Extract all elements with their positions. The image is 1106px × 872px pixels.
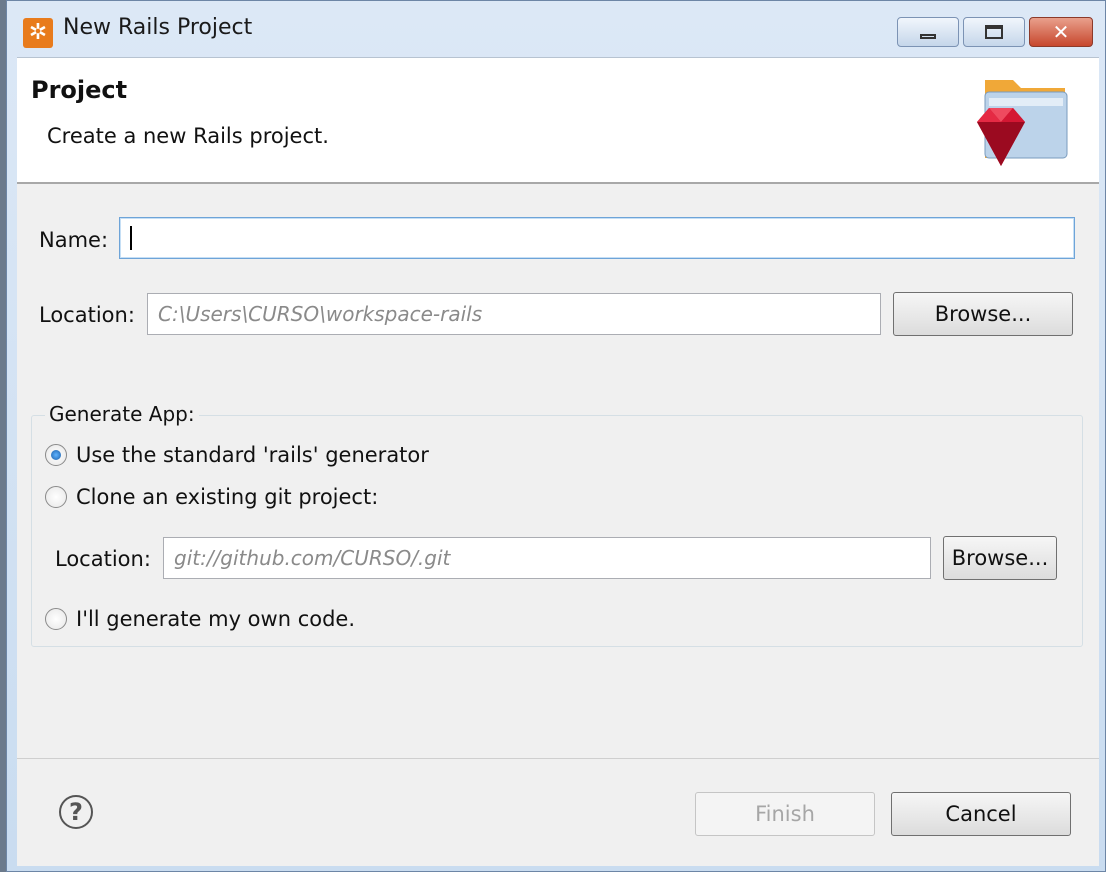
- minimize-button[interactable]: [897, 17, 959, 47]
- location-browse-button[interactable]: Browse...: [893, 292, 1073, 336]
- generate-app-legend: Generate App:: [45, 402, 199, 426]
- git-location-input[interactable]: git://github.com/CURSO/.git: [163, 537, 931, 579]
- cancel-button[interactable]: Cancel: [891, 792, 1071, 836]
- window-title: New Rails Project: [63, 15, 253, 40]
- minimize-icon: [920, 33, 936, 39]
- radio-clone-git-label: Clone an existing git project:: [76, 485, 379, 509]
- radio-rails-generator[interactable]: Use the standard 'rails' generator: [45, 443, 429, 467]
- name-label: Name:: [39, 228, 109, 252]
- git-location-label: Location:: [55, 547, 151, 571]
- radio-button[interactable]: [45, 486, 67, 508]
- page-title: Project: [31, 76, 128, 104]
- radio-clone-git[interactable]: Clone an existing git project:: [45, 485, 378, 509]
- radio-rails-generator-label: Use the standard 'rails' generator: [76, 443, 429, 467]
- text-caret: [130, 226, 132, 250]
- git-location-placeholder: git://github.com/CURSO/.git: [174, 546, 451, 570]
- ruby-folder-icon: [977, 80, 1068, 166]
- location-label: Location:: [39, 303, 135, 327]
- gear-icon: ✲: [23, 18, 53, 48]
- maximize-icon: [985, 25, 1003, 39]
- dialog-body: Project Create a new Rails project. Name…: [17, 57, 1099, 866]
- title-bar[interactable]: ✲ New Rails Project ✕: [7, 1, 1105, 57]
- maximize-button[interactable]: [963, 17, 1025, 47]
- close-icon: ✕: [1052, 20, 1070, 44]
- radio-button-checked[interactable]: [45, 444, 67, 466]
- radio-button[interactable]: [45, 608, 67, 630]
- footer-separator: [17, 758, 1099, 759]
- finish-button[interactable]: Finish: [695, 792, 875, 836]
- location-input[interactable]: C:\Users\CURSO\workspace-rails: [147, 293, 881, 335]
- page-description: Create a new Rails project.: [47, 124, 329, 148]
- radio-own-code-label: I'll generate my own code.: [76, 607, 356, 631]
- radio-own-code[interactable]: I'll generate my own code.: [45, 607, 355, 631]
- close-button[interactable]: ✕: [1029, 17, 1093, 47]
- name-input[interactable]: [119, 217, 1075, 259]
- location-placeholder: C:\Users\CURSO\workspace-rails: [158, 302, 483, 326]
- help-icon[interactable]: ?: [59, 795, 93, 829]
- git-browse-button[interactable]: Browse...: [943, 536, 1057, 580]
- wizard-header: Project Create a new Rails project.: [17, 58, 1099, 184]
- dialog-window: ✲ New Rails Project ✕ Project Create a n…: [6, 0, 1106, 872]
